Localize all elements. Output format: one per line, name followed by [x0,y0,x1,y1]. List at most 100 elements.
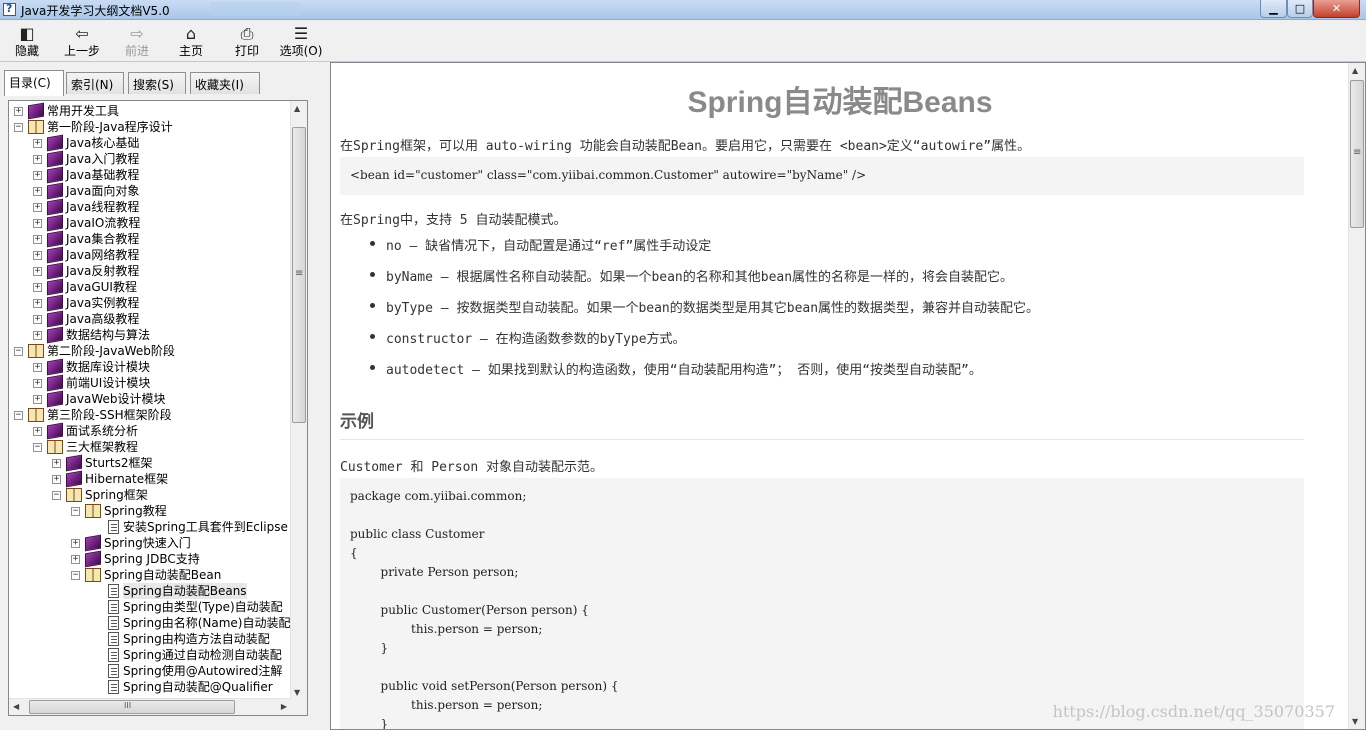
content-scroll-down-arrow-icon[interactable]: ▼ [1352,717,1358,726]
tab-contents[interactable]: 目录(C) [4,70,64,96]
tree-node[interactable]: + Java反射教程 [9,262,291,280]
open-book-icon [85,568,101,582]
expand-icon[interactable]: + [52,459,61,468]
expand-icon[interactable]: + [33,235,42,244]
tree-node-label: Java基础教程 [66,168,140,182]
tree-node-label: JavaGUI教程 [66,280,137,294]
tree-hscroll-thumb[interactable]: III [29,700,235,714]
tree-scroll-thumb[interactable]: ≡ [292,127,306,423]
expand-icon[interactable]: + [33,187,42,196]
collapse-icon[interactable]: − [52,491,61,500]
expand-icon[interactable]: + [71,555,80,564]
options-button[interactable]: ☰ 选项(O) [278,24,324,60]
tree-node[interactable]: + Java入门教程 [9,150,291,168]
tab-index[interactable]: 索引(N) [66,72,124,94]
tree-node[interactable]: Spring使用@Autowired注解 [9,663,291,679]
back-button[interactable]: ⇦ 上一步 [62,24,102,60]
scroll-right-arrow-icon[interactable]: ▶ [281,702,287,711]
tree-node[interactable]: − 第三阶段-SSH框架阶段 [9,407,291,423]
tree-node[interactable]: + JavaGUI教程 [9,278,291,296]
expand-icon[interactable]: + [33,219,42,228]
tree-node[interactable]: + 数据结构与算法 [9,326,291,344]
content-vertical-scrollbar[interactable]: ▲ ≡ ▼ [1348,63,1365,729]
tree-horizontal-scrollbar[interactable]: ◀ III ▶ [9,698,291,715]
tab-search[interactable]: 搜索(S) [128,72,186,94]
scroll-up-arrow-icon[interactable]: ▲ [294,104,300,113]
tree-node[interactable]: + Sturts2框架 [9,454,291,472]
collapse-icon[interactable]: − [14,123,23,132]
expand-icon[interactable]: + [33,427,42,436]
tree-node-label: Spring使用@Autowired注解 [123,664,283,678]
tree-node[interactable]: Spring自动装配@Qualifier [9,679,291,695]
tree-node[interactable]: − Spring框架 [9,487,291,503]
collapse-icon[interactable]: − [71,571,80,580]
close-button[interactable]: ✕ [1313,0,1360,18]
tree-node[interactable]: − Spring教程 [9,503,291,519]
expand-icon[interactable]: + [33,267,42,276]
tree-node[interactable]: Spring由名称(Name)自动装配 [9,615,291,631]
tree-node[interactable]: + Spring JDBC支持 [9,550,291,568]
tree-node[interactable]: − 第一阶段-Java程序设计 [9,119,291,135]
scroll-left-arrow-icon[interactable]: ◀ [13,702,19,711]
closed-book-icon [47,214,63,232]
collapse-icon[interactable]: − [14,411,23,420]
tree-node[interactable]: Spring由构造方法自动装配 [9,631,291,647]
tree-node[interactable]: + Java面向对象 [9,182,291,200]
collapse-icon[interactable]: − [71,507,80,516]
tree-node[interactable]: − 第二阶段-JavaWeb阶段 [9,343,291,359]
expand-icon[interactable]: + [33,379,42,388]
tab-favorites[interactable]: 收藏夹(I) [190,72,260,94]
tree-node[interactable]: − Spring自动装配Bean [9,567,291,583]
expand-icon[interactable]: + [33,203,42,212]
tree-node[interactable]: + Java核心基础 [9,134,291,152]
tree-node[interactable]: + Spring快速入门 [9,534,291,552]
home-icon: ⌂ [185,24,197,43]
expand-icon[interactable]: + [33,299,42,308]
tree-node[interactable]: Spring自动装配Beans [9,583,291,599]
expand-icon[interactable]: + [71,539,80,548]
tree-node[interactable]: Spring通过自动检测自动装配 [9,647,291,663]
tree-node[interactable]: + 数据库设计模块 [9,358,291,376]
collapse-icon[interactable]: − [14,347,23,356]
tree-node[interactable]: + Java实例教程 [9,294,291,312]
tree-vertical-scrollbar[interactable]: ▲ ≡ ▼ [290,101,307,699]
expand-icon[interactable]: + [33,155,42,164]
expand-icon[interactable]: + [33,171,42,180]
print-button[interactable]: ⎙ 打印 [232,24,262,60]
tree-node[interactable]: + Java网络教程 [9,246,291,264]
tree-node[interactable]: + Java线程教程 [9,198,291,216]
minimize-button[interactable]: ▁ [1260,0,1287,18]
expand-icon[interactable]: + [33,283,42,292]
tree-node[interactable]: + Java集合教程 [9,230,291,248]
tree-node[interactable]: + 前端UI设计模块 [9,374,291,392]
expand-icon[interactable]: + [33,139,42,148]
expand-icon[interactable]: + [33,331,42,340]
tree-node[interactable]: − 三大框架教程 [9,439,291,455]
tree-node[interactable]: + 常用开发工具 [9,102,291,120]
tree-node[interactable]: + JavaIO流教程 [9,214,291,232]
tree-node[interactable]: + JavaWeb设计模块 [9,390,291,408]
maximize-button[interactable]: □ [1287,0,1313,18]
expand-icon[interactable]: + [33,395,42,404]
tree-node-label: 数据库设计模块 [66,360,151,374]
scroll-down-arrow-icon[interactable]: ▼ [294,688,300,697]
forward-button[interactable]: ⇨ 前进 [122,24,152,60]
tree-node[interactable]: + Hibernate框架 [9,470,291,488]
home-button[interactable]: ⌂ 主页 [176,24,206,60]
expand-icon[interactable]: + [33,363,42,372]
expand-icon[interactable]: + [33,251,42,260]
expand-icon[interactable]: + [52,475,61,484]
tree-node[interactable]: + Java基础教程 [9,166,291,184]
hide-button[interactable]: ◧ 隐藏 [10,24,44,60]
content-scroll-thumb[interactable]: ≡ [1350,80,1364,228]
tree-node[interactable]: 安装Spring工具套件到Eclipse [9,519,291,535]
bullet-dot-icon [370,303,375,308]
code-line: public void setPerson(Person person) { [350,679,619,693]
collapse-icon[interactable]: − [33,443,42,452]
content-scroll-up-arrow-icon[interactable]: ▲ [1352,66,1358,75]
expand-icon[interactable]: + [33,315,42,324]
expand-icon[interactable]: + [14,107,23,116]
tree-node[interactable]: Spring由类型(Type)自动装配 [9,599,291,615]
tree-node[interactable]: + 面试系统分析 [9,422,291,440]
tree-node[interactable]: + Java高级教程 [9,310,291,328]
